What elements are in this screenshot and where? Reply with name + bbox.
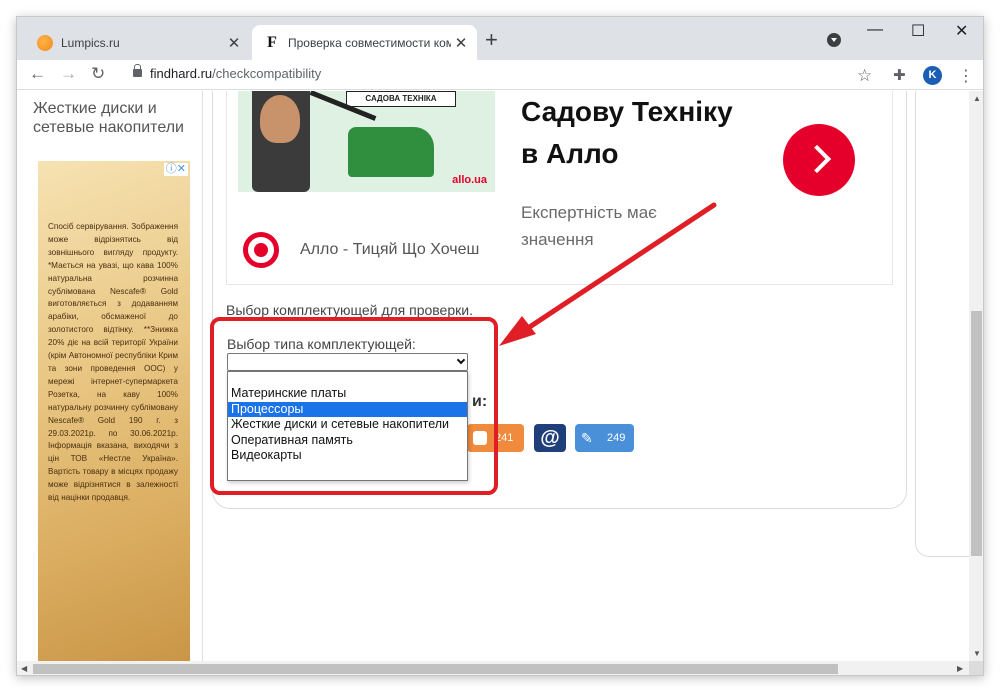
lumpics-favicon-icon bbox=[37, 34, 53, 51]
tab-title: Lumpics.ru bbox=[61, 35, 120, 50]
allo-logo-icon[interactable] bbox=[243, 232, 279, 268]
scroll-up-icon[interactable]: ▲ bbox=[973, 94, 981, 103]
ad-brand-line[interactable]: Алло - Тицяй Що Хочеш bbox=[300, 241, 479, 259]
tab-search-icon[interactable] bbox=[827, 33, 841, 47]
url-host: findhard.ru bbox=[150, 66, 213, 81]
scrollbar-corner bbox=[969, 661, 983, 675]
scroll-down-icon[interactable]: ▼ bbox=[973, 649, 981, 658]
at-sign-icon: @ bbox=[540, 426, 560, 449]
tab-strip: Lumpics.ru ✕ F Проверка совместимости ко… bbox=[17, 17, 983, 60]
mail-share-button[interactable]: @ bbox=[534, 424, 566, 452]
page-viewport: Жесткие диски и сетевые накопители ⓘ✕ Сп… bbox=[17, 91, 969, 661]
tab-close-icon[interactable]: ✕ bbox=[224, 34, 244, 52]
reload-button[interactable]: ↻ bbox=[91, 64, 105, 84]
browser-window: Lumpics.ru ✕ F Проверка совместимости ко… bbox=[16, 16, 984, 676]
ad-headline[interactable]: Садову Техніку в Алло bbox=[521, 91, 751, 175]
edit-share-button[interactable]: ✎ 249 bbox=[575, 424, 634, 452]
url-path: /checkcompatibility bbox=[212, 66, 322, 81]
maximize-button[interactable]: ☐ bbox=[911, 21, 925, 41]
extensions-icon[interactable]: ✚ bbox=[893, 66, 906, 84]
forward-button[interactable]: → bbox=[60, 64, 77, 84]
scroll-left-icon[interactable]: ◀ bbox=[21, 664, 27, 673]
lock-icon[interactable] bbox=[133, 64, 142, 77]
ad-small-brand: allo.ua bbox=[452, 174, 487, 186]
scroll-right-icon[interactable]: ▶ bbox=[957, 664, 963, 673]
lawn-mower-image bbox=[348, 127, 434, 177]
sidebar-heading[interactable]: Жесткие диски и сетевые накопители bbox=[33, 99, 201, 137]
vertical-scrollbar[interactable]: ▲ ▼ bbox=[969, 91, 983, 661]
menu-icon[interactable]: ⋮ bbox=[958, 66, 974, 86]
findhard-favicon-icon: F bbox=[267, 33, 277, 51]
left-sidebar: Жесткие диски и сетевые накопители ⓘ✕ Сп… bbox=[17, 91, 203, 661]
right-panel bbox=[915, 91, 969, 557]
vertical-scroll-thumb[interactable] bbox=[971, 311, 982, 556]
tab-lumpics[interactable]: Lumpics.ru ✕ bbox=[25, 25, 250, 60]
ad-banner-text: САДОВА ТЕХНІКА bbox=[346, 91, 456, 107]
ad-image[interactable]: САДОВА ТЕХНІКА allo.ua bbox=[238, 91, 495, 192]
annotation-highlight-box bbox=[210, 317, 498, 495]
address-bar[interactable]: findhard.ru/checkcompatibility bbox=[150, 66, 321, 81]
sidebar-advertisement[interactable]: ⓘ✕ Спосіб сервірування. Зображення може … bbox=[38, 161, 190, 661]
new-tab-button[interactable]: + bbox=[485, 29, 498, 51]
ad-choices-icon[interactable]: ⓘ✕ bbox=[163, 163, 188, 176]
horizontal-scrollbar[interactable]: ◀ ▶ bbox=[17, 661, 969, 675]
ad-disclaimer-text: Спосіб сервірування. Зображення може від… bbox=[48, 222, 178, 503]
ad-arrow-button[interactable] bbox=[783, 124, 855, 196]
bookmark-star-icon[interactable]: ☆ bbox=[857, 66, 872, 86]
ad-subtext: Експертність має значення bbox=[521, 203, 657, 249]
section-label: Выбор комплектующей для проверки. bbox=[226, 302, 473, 318]
person-image bbox=[260, 95, 300, 143]
tab-title: Проверка совместимости комп bbox=[288, 35, 451, 50]
tab-close-icon[interactable]: ✕ bbox=[451, 34, 471, 52]
browser-toolbar: ← → ↻ findhard.ru/checkcompatibility ☆ ✚… bbox=[17, 60, 983, 90]
back-button[interactable]: ← bbox=[29, 64, 46, 84]
pencil-icon: ✎ bbox=[581, 429, 593, 446]
profile-avatar[interactable]: K bbox=[923, 66, 942, 85]
minimize-button[interactable]: — bbox=[867, 21, 883, 39]
close-window-button[interactable]: ✕ bbox=[955, 21, 968, 41]
horizontal-scroll-thumb[interactable] bbox=[33, 664, 838, 674]
tab-findhard[interactable]: F Проверка совместимости комп ✕ bbox=[252, 25, 477, 60]
edit-share-count: 249 bbox=[607, 432, 626, 444]
